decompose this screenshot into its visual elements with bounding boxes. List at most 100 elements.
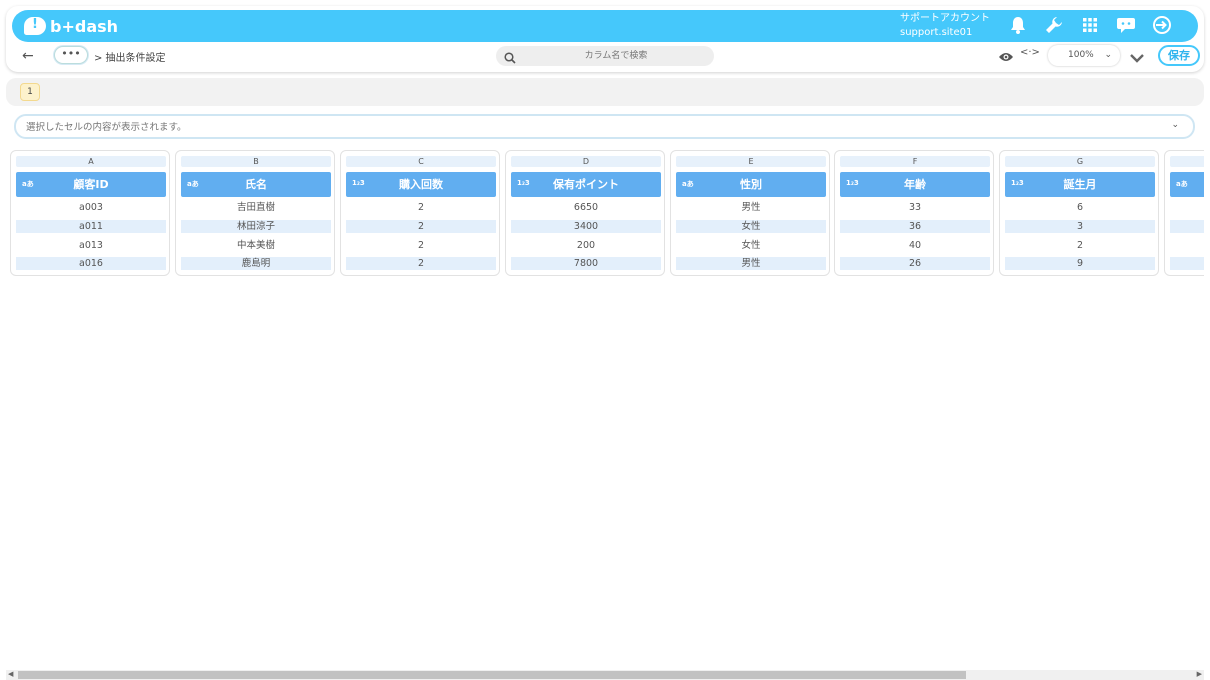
table-cell[interactable] [1170,239,1204,252]
column-name: 保有ポイント [553,178,619,191]
data-type-icon: 1₂3 [846,179,859,187]
table-cell[interactable]: 2 [346,201,496,214]
table-cell[interactable]: 吉田直樹 [181,201,331,214]
spreadsheet-grid: A 顧客ID aあ a003 a011 a013 a016 B 氏名 aあ吉田直樹林田涼子中本美樹… [10,150,1204,278]
table-cell[interactable]: a013 [16,239,166,252]
table-cell[interactable]: a011 [16,220,166,233]
table-cell[interactable]: 200 [511,239,661,252]
top-icon-group [1008,15,1172,35]
collapse-chevron-icon[interactable] [1130,48,1144,67]
scroll-left-icon[interactable]: ◀ [8,670,13,678]
cell-content-bar[interactable]: ⌄ [14,114,1195,139]
expand-chevron-icon[interactable]: ⌄ [1171,120,1179,130]
bell-icon[interactable] [1008,15,1028,35]
data-type-icon: 1₂3 [517,179,530,187]
chevron-down-icon: ⌄ [1104,50,1112,60]
column-letter[interactable]: E [676,156,826,167]
column-c[interactable]: C 購入回数 1₂3 2 2 2 2 [340,150,500,276]
column-letter[interactable]: F [840,156,990,167]
table-cell[interactable] [1170,220,1204,233]
table-cell[interactable]: 男性 [676,201,826,214]
horizontal-scrollbar[interactable]: ◀ ▶ [6,670,1204,680]
zoom-select[interactable]: 100% ⌄ [1048,45,1120,66]
column-header[interactable]: 氏名 aあ [181,172,331,197]
search-icon [504,49,516,68]
table-cell[interactable]: 林田涼子 [181,220,331,233]
column-f[interactable]: F 年齢 1₂3 33 36 40 26 [834,150,994,276]
column-letter[interactable]: B [181,156,331,167]
column-header[interactable]: aあ [1170,172,1204,197]
column-name: 誕生月 [1063,178,1097,191]
table-cell[interactable]: 26 [840,257,990,270]
table-cell[interactable]: 6 [1005,201,1155,214]
column-d[interactable]: D 保有ポイント 1₂3 6650 3400 200 7800 [505,150,665,276]
table-cell[interactable] [1170,201,1204,214]
table-cell[interactable]: 40 [840,239,990,252]
table-cell[interactable]: 3 [1005,220,1155,233]
table-cell[interactable]: 6650 [511,201,661,214]
save-button[interactable]: 保存 [1158,45,1200,66]
column-letter[interactable] [1170,156,1204,167]
column-header[interactable]: 保有ポイント 1₂3 [511,172,661,197]
column-a[interactable]: A 顧客ID aあ a003 a011 a013 a016 [10,150,170,276]
column-header[interactable]: 性別 aあ [676,172,826,197]
search-input[interactable] [526,46,706,66]
table-cell[interactable]: 3400 [511,220,661,233]
toolbar: ← ••• > 抽出条件設定 <·> 100% ⌄ 保存 [12,45,1200,67]
code-toggle-icon[interactable]: <·> [1020,47,1040,58]
table-cell[interactable]: 男性 [676,257,826,270]
table-cell[interactable]: 女性 [676,239,826,252]
column-letter[interactable]: A [16,156,166,167]
table-cell[interactable] [1170,257,1204,270]
account-name: サポートアカウント [900,13,990,24]
column-header[interactable]: 顧客ID aあ [16,172,166,197]
table-cell[interactable]: 2 [346,239,496,252]
logout-icon[interactable] [1152,15,1172,35]
account-info[interactable]: サポートアカウント support.site01 [900,12,990,40]
column-partial[interactable]: aあ [1164,150,1204,276]
column-g[interactable]: G 誕生月 1₂3 6 3 2 9 [999,150,1159,276]
more-menu-button[interactable]: ••• [54,46,88,64]
eye-icon[interactable] [998,48,1014,67]
table-cell[interactable]: 鹿島明 [181,257,331,270]
scroll-right-icon[interactable]: ▶ [1197,670,1202,678]
table-cell[interactable]: 女性 [676,220,826,233]
column-e[interactable]: E 性別 aあ 男性 女性 女性 男性 [670,150,830,276]
table-cell[interactable]: 9 [1005,257,1155,270]
logo[interactable]: b+dash [24,17,118,36]
data-type-icon: 1₂3 [1011,179,1024,187]
zoom-value: 100% [1068,50,1094,60]
grid-apps-icon[interactable] [1080,15,1100,35]
account-id: support.site01 [900,27,973,38]
column-b[interactable]: B 氏名 aあ吉田直樹林田涼子中本美樹鹿島明 [175,150,335,276]
column-letter[interactable]: G [1005,156,1155,167]
column-header[interactable]: 年齢 1₂3 [840,172,990,197]
column-letter[interactable]: D [511,156,661,167]
logo-text: b+dash [50,16,119,36]
table-cell[interactable]: 36 [840,220,990,233]
column-search[interactable] [496,46,714,66]
table-cell[interactable]: 7800 [511,257,661,270]
table-cell[interactable]: 2 [346,220,496,233]
data-type-icon: aあ [22,180,34,188]
column-header[interactable]: 購入回数 1₂3 [346,172,496,197]
scrollbar-thumb[interactable] [18,671,966,679]
data-type-icon: 1₂3 [352,179,365,187]
column-header[interactable]: 誕生月 1₂3 [1005,172,1155,197]
table-cell[interactable]: a003 [16,201,166,214]
wrench-icon[interactable] [1044,15,1064,35]
column-name: 購入回数 [399,178,443,191]
table-cell[interactable]: a016 [16,257,166,270]
data-type-icon: aあ [1176,180,1188,188]
table-cell[interactable]: 33 [840,201,990,214]
back-arrow-icon[interactable]: ← [22,48,34,64]
cell-content-input[interactable] [26,118,1126,136]
sheet-tab-1[interactable]: 1 [20,83,40,101]
table-cell[interactable]: 2 [1005,239,1155,252]
column-letter[interactable]: C [346,156,496,167]
table-cell[interactable]: 2 [346,257,496,270]
chat-support-icon[interactable] [1116,15,1136,35]
table-cell[interactable]: 中本美樹 [181,239,331,252]
column-name: 年齢 [904,178,926,191]
data-type-icon: aあ [682,180,694,188]
